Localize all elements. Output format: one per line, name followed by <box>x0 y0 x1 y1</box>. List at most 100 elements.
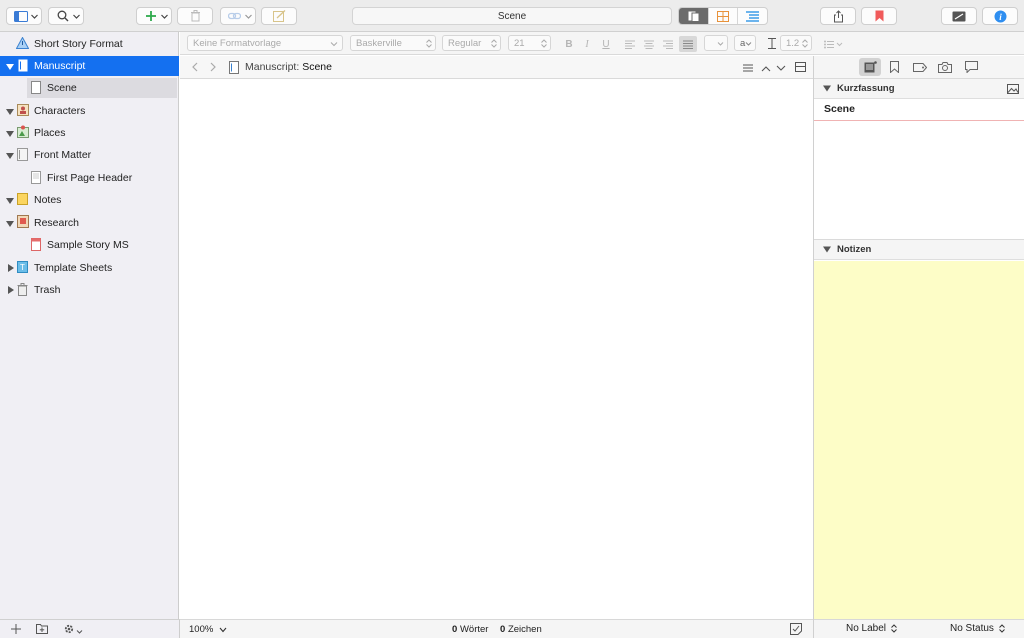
bookmark-button[interactable] <box>861 7 897 25</box>
italic-button[interactable]: I <box>580 37 594 51</box>
disclosure-triangle-open-icon[interactable] <box>6 196 14 204</box>
chevron-down-icon <box>717 42 724 46</box>
binder-item-research[interactable]: Research <box>0 213 179 233</box>
template-icon: T <box>17 261 29 274</box>
align-left-button[interactable] <box>623 37 637 51</box>
view-toggle-button[interactable] <box>6 7 42 25</box>
comment-bubble-icon <box>964 61 978 73</box>
inspector-toggle-button[interactable]: i <box>982 7 1018 25</box>
disclosure-triangle-open-icon <box>823 246 831 253</box>
link-button[interactable] <box>220 7 256 25</box>
notebook-icon <box>864 61 877 73</box>
composition-mode-button[interactable] <box>941 7 977 25</box>
font-weight-select[interactable]: Regular <box>442 35 501 51</box>
view-mode-selector[interactable] <box>678 7 768 25</box>
camera-icon <box>938 61 952 73</box>
disclosure-triangle-closed-icon[interactable] <box>7 285 15 294</box>
up-down-arrows-icon <box>541 39 547 48</box>
binder-item-sample-story-ms[interactable]: Sample Story MS <box>0 235 179 255</box>
disclosure-triangle-open-icon[interactable] <box>6 62 14 70</box>
binder-item-places[interactable]: Places <box>0 123 179 143</box>
image-icon[interactable] <box>1007 84 1019 94</box>
binder-item-front-matter[interactable]: Front Matter <box>0 145 179 165</box>
text-editor-area[interactable] <box>180 79 813 619</box>
synopsis-title-field[interactable]: Scene <box>814 99 1024 121</box>
tab-bookmarks[interactable] <box>883 58 905 76</box>
add-item-button[interactable] <box>136 7 172 25</box>
up-down-arrows-icon <box>891 624 897 633</box>
notes-text-area[interactable] <box>814 261 1024 619</box>
add-folder-icon[interactable] <box>36 623 48 637</box>
disclosure-triangle-closed-icon[interactable] <box>7 263 15 272</box>
binder-item-template-sheets[interactable]: T Template Sheets <box>0 258 179 278</box>
disclosure-triangle-open-icon[interactable] <box>6 151 14 159</box>
binder-item-first-page-header[interactable]: First Page Header <box>0 168 179 188</box>
disclosure-triangle-open-icon[interactable] <box>6 107 14 115</box>
binder-sidebar: Short Story Format Manuscript Scene Char… <box>0 32 179 619</box>
chevron-down-icon[interactable] <box>776 63 786 75</box>
align-justify-button[interactable] <box>679 36 697 52</box>
trash-icon <box>17 283 29 296</box>
tab-snapshots[interactable] <box>934 58 956 76</box>
compose-button[interactable] <box>261 7 297 25</box>
highlight-color-select[interactable]: a <box>734 35 756 51</box>
move-to-trash-button[interactable] <box>177 7 213 25</box>
align-center-button[interactable] <box>642 37 656 51</box>
tab-notes[interactable] <box>859 58 881 76</box>
chevron-down-icon <box>244 12 253 24</box>
sidebar-icon <box>14 10 28 22</box>
search-button[interactable] <box>48 7 84 25</box>
style-select[interactable]: Keine Formatvorlage <box>187 35 343 51</box>
chevron-down-icon <box>745 42 752 46</box>
notes-section-header[interactable]: Notizen <box>814 240 1024 260</box>
text-color-select[interactable] <box>704 35 728 51</box>
line-spacing-select[interactable]: 1.2 <box>780 35 812 51</box>
binder-item-manuscript[interactable]: Manuscript <box>0 56 179 76</box>
back-arrow-icon[interactable] <box>191 62 198 75</box>
chevron-down-icon <box>219 627 227 632</box>
disclosure-triangle-open-icon[interactable] <box>6 219 14 227</box>
status-select[interactable]: No Status <box>950 623 1005 634</box>
label-select[interactable]: No Label <box>846 623 897 634</box>
disclosure-triangle-open-icon <box>823 85 831 92</box>
research-icon <box>17 215 29 228</box>
share-button[interactable] <box>820 7 856 25</box>
breadcrumb[interactable]: Manuscript: Scene <box>245 61 332 73</box>
folder-stack-icon <box>17 148 29 161</box>
bold-button[interactable]: B <box>562 37 576 51</box>
font-size-select[interactable]: 21 <box>508 35 551 51</box>
single-document-view-button[interactable] <box>679 8 708 24</box>
inspector-footer: No Label No Status <box>814 619 1024 638</box>
font-family-select[interactable]: Baskerville <box>350 35 436 51</box>
document-icon <box>229 61 239 77</box>
gear-icon[interactable] <box>63 623 75 638</box>
align-left-icon <box>625 40 635 49</box>
zoom-select[interactable]: 100% <box>189 624 227 635</box>
add-icon[interactable] <box>11 624 21 637</box>
synopsis-section-header[interactable]: Kurzfassung <box>814 79 1024 99</box>
document-view-icon <box>688 11 700 22</box>
align-right-button[interactable] <box>661 37 675 51</box>
binder-item-trash[interactable]: Trash <box>0 280 179 300</box>
split-editor-icon[interactable] <box>795 62 806 75</box>
document-title-field: Scene <box>352 7 672 25</box>
binder-item-notes[interactable]: Notes <box>0 190 179 210</box>
binder-item-characters[interactable]: Characters <box>0 101 179 121</box>
disclosure-triangle-open-icon[interactable] <box>6 129 14 137</box>
document-icon <box>18 59 30 72</box>
tab-comments[interactable] <box>960 58 982 76</box>
list-button[interactable] <box>822 37 846 51</box>
underline-button[interactable]: U <box>599 37 613 51</box>
format-bar: Keine Formatvorlage Baskerville Regular … <box>180 32 1024 55</box>
corkboard-view-button[interactable] <box>708 8 737 24</box>
binder-item-scene[interactable]: Scene <box>27 78 177 98</box>
tab-metadata[interactable] <box>909 58 931 76</box>
binder-item-short-story-format[interactable]: Short Story Format <box>0 34 179 54</box>
synopsis-text-area[interactable] <box>814 121 1024 240</box>
forward-arrow-icon[interactable] <box>210 62 217 75</box>
outliner-view-button[interactable] <box>737 8 766 24</box>
menu-lines-icon[interactable] <box>743 63 753 75</box>
target-note-icon[interactable] <box>790 623 802 638</box>
editor-footer-bar: 100% 0 Wörter 0 Zeichen <box>180 619 813 638</box>
chevron-up-icon[interactable] <box>761 63 771 75</box>
